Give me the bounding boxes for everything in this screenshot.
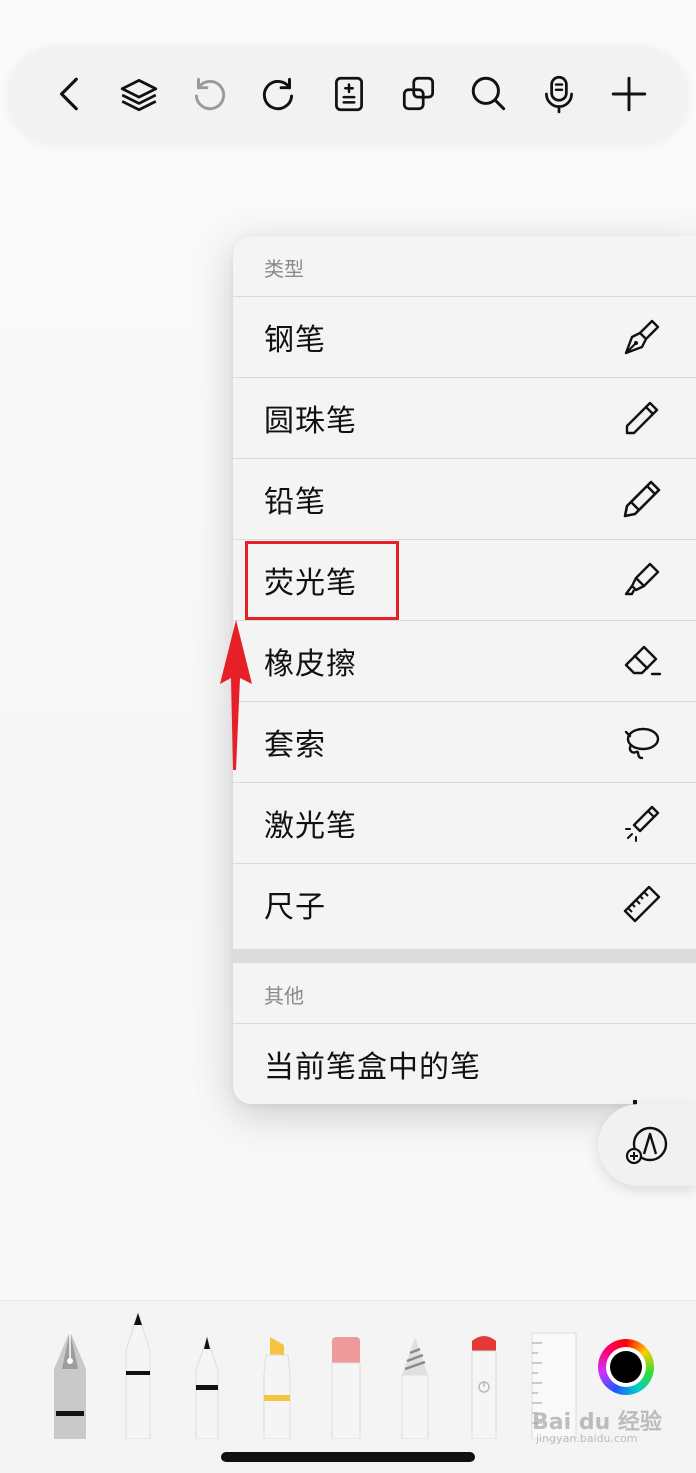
eraser-tool-icon[interactable]: [330, 1335, 362, 1439]
menu-item-label: 橡皮擦: [264, 647, 357, 682]
fountain-pen-icon: [622, 317, 662, 357]
highlighter-icon: [622, 560, 662, 600]
pencil-icon: [622, 479, 662, 519]
menu-item-eraser[interactable]: 橡皮擦: [233, 620, 696, 701]
color-picker[interactable]: [598, 1339, 654, 1395]
ballpoint-pen-icon: [622, 398, 662, 438]
section-header-other: 其他: [264, 983, 304, 1008]
watermark-subtext: jingyan.baidu.com: [536, 1432, 638, 1445]
menu-item-ruler[interactable]: 尺子: [233, 863, 696, 944]
laser-tool-icon[interactable]: [468, 1331, 500, 1439]
fountain-pen-tool-icon[interactable]: [52, 1329, 88, 1439]
pen-tool-floating-button[interactable]: [598, 1104, 696, 1186]
current-color-swatch: [610, 1351, 642, 1383]
fineliner-tool-icon[interactable]: [122, 1311, 154, 1439]
highlighter-tool-icon[interactable]: [260, 1335, 294, 1439]
top-toolbar: [8, 46, 688, 142]
section-divider: [233, 949, 696, 963]
menu-item-current-pens[interactable]: 当前笔盒中的笔: [233, 1023, 696, 1104]
redo-icon[interactable]: [253, 68, 305, 120]
menu-item-label: 当前笔盒中的笔: [264, 1050, 481, 1085]
menu-item-label: 铅笔: [264, 485, 326, 520]
menu-item-label: 钢笔: [264, 323, 326, 358]
home-indicator: [221, 1452, 475, 1462]
menu-item-label: 圆珠笔: [264, 404, 357, 439]
ruler-icon: [622, 884, 662, 924]
menu-item-pencil[interactable]: 铅笔: [233, 458, 696, 539]
pen-tray: [0, 1300, 696, 1473]
undo-icon[interactable]: [183, 68, 235, 120]
laser-pointer-icon: [622, 803, 662, 843]
red-arrow-icon: [220, 620, 252, 770]
layers-icon[interactable]: [113, 68, 165, 120]
section-header-type: 类型: [264, 256, 304, 281]
color-picker-inner: [606, 1347, 646, 1387]
highlight-box: [245, 541, 399, 620]
back-icon[interactable]: [44, 68, 96, 120]
marker-tool-icon[interactable]: [192, 1335, 222, 1439]
menu-item-label: 套索: [264, 728, 326, 763]
pen-add-icon: [625, 1126, 668, 1165]
pen-type-menu: 类型 钢笔 圆珠笔 铅笔 荧光笔 橡皮擦 套索 激光笔 尺子 其他 当前笔盒中的…: [233, 236, 696, 1104]
menu-item-laser-pointer[interactable]: 激光笔: [233, 782, 696, 863]
search-icon[interactable]: [463, 68, 515, 120]
menu-item-label: 尺子: [264, 890, 326, 925]
menu-item-ballpoint-pen[interactable]: 圆珠笔: [233, 377, 696, 458]
page-adjust-icon[interactable]: [323, 68, 375, 120]
lasso-icon: [622, 722, 662, 762]
pencil-tool-icon[interactable]: [398, 1335, 432, 1439]
eraser-icon: [622, 641, 662, 681]
watermark: Bai du 经验 jingyan.baidu.com: [532, 1404, 672, 1446]
menu-item-lasso[interactable]: 套索: [233, 701, 696, 782]
microphone-icon[interactable]: [533, 68, 585, 120]
menu-item-label: 激光笔: [264, 809, 357, 844]
duplicate-icon[interactable]: [393, 68, 445, 120]
plus-icon[interactable]: [603, 68, 655, 120]
menu-item-fountain-pen[interactable]: 钢笔: [233, 296, 696, 377]
